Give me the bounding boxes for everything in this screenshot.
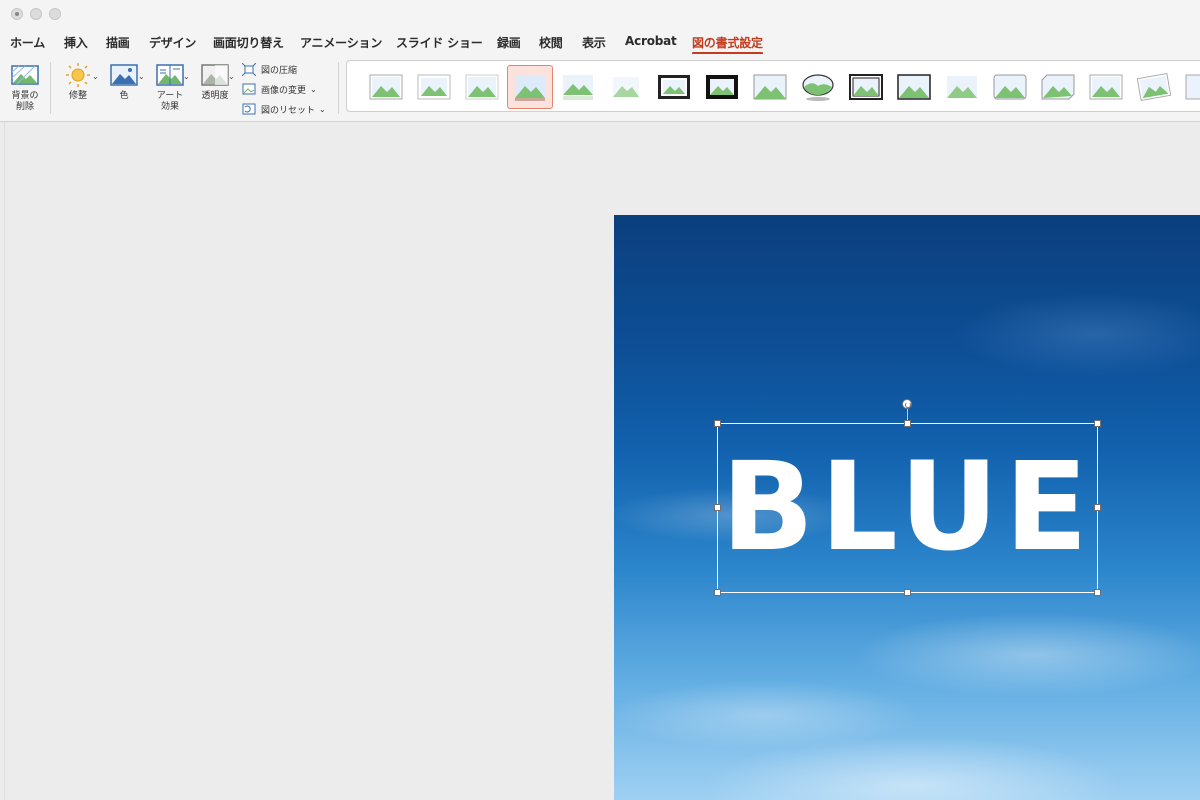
reset-picture-dropdown-icon[interactable]: ⌄: [319, 105, 326, 114]
picture-style-icon: [465, 74, 499, 100]
transparency-icon: [201, 64, 229, 86]
transparency-button[interactable]: 透明度: [195, 62, 235, 102]
resize-handle-top-right[interactable]: [1094, 420, 1101, 427]
minimize-window-button[interactable]: [30, 8, 42, 20]
tab-view[interactable]: 表示: [582, 34, 606, 51]
picture-style-icon: [417, 74, 451, 100]
picture-color-icon: [110, 64, 138, 86]
picture-style-9[interactable]: [747, 65, 793, 109]
picture-style-18[interactable]: [1179, 65, 1200, 109]
rotate-handle[interactable]: [902, 399, 912, 409]
transparency-dropdown-icon[interactable]: ⌄: [228, 72, 235, 81]
picture-style-10-oval[interactable]: [795, 65, 841, 109]
picture-style-icon: [1041, 74, 1075, 100]
tab-record[interactable]: 録画: [497, 34, 521, 51]
picture-style-icon: [613, 77, 639, 97]
tab-picture-format[interactable]: 図の書式設定: [692, 34, 763, 55]
artistic-effects-dropdown-icon[interactable]: ⌄: [183, 72, 190, 81]
compress-pictures-button[interactable]: 図の圧縮: [242, 61, 297, 77]
tab-home[interactable]: ホーム: [10, 34, 45, 51]
close-window-button[interactable]: [11, 8, 23, 20]
picture-styles-gallery: [346, 60, 1200, 112]
corrections-button[interactable]: 修整: [58, 62, 98, 102]
picture-style-1[interactable]: [363, 65, 409, 109]
reset-picture-button[interactable]: 図のリセット ⌄: [242, 101, 326, 117]
resize-handle-bottom-right[interactable]: [1094, 589, 1101, 596]
remove-background-button[interactable]: 背景の 削除: [8, 62, 42, 113]
picture-style-icon: [753, 74, 787, 100]
picture-style-icon: [706, 75, 738, 99]
remove-background-icon: [11, 65, 39, 85]
picture-style-13[interactable]: [939, 65, 985, 109]
picture-style-icon: [369, 74, 403, 100]
zoom-window-button[interactable]: [49, 8, 61, 20]
picture-style-icon: [658, 75, 690, 99]
picture-style-icon: [897, 74, 931, 100]
picture-style-icon: [563, 75, 593, 100]
picture-style-12[interactable]: [891, 65, 937, 109]
resize-handle-top-left[interactable]: [714, 420, 721, 427]
corrections-dropdown-icon[interactable]: ⌄: [92, 72, 99, 81]
tab-acrobat[interactable]: Acrobat: [625, 34, 677, 48]
artistic-effects-icon: [156, 64, 184, 86]
picture-style-icon: [1089, 74, 1123, 100]
resize-handle-bottom-left[interactable]: [714, 589, 721, 596]
picture-style-11[interactable]: [843, 65, 889, 109]
picture-style-icon: [993, 74, 1027, 100]
picture-style-icon: [802, 74, 834, 101]
picture-style-6[interactable]: [603, 65, 649, 109]
sun-icon: [66, 63, 90, 87]
resize-handle-bottom[interactable]: [904, 589, 911, 596]
tab-slideshow[interactable]: スライド ショー: [396, 34, 483, 51]
tab-insert[interactable]: 挿入: [64, 34, 88, 51]
picture-style-3[interactable]: [459, 65, 505, 109]
resize-handle-top[interactable]: [904, 420, 911, 427]
ribbon: 背景の 削除 修整 ⌄ 色 ⌄ アート 効果 ⌄ 透明度 ⌄ 図の圧縮 画像の変…: [0, 54, 1200, 122]
picture-style-icon: [1185, 74, 1200, 100]
tab-design[interactable]: デザイン: [149, 34, 196, 51]
tab-review[interactable]: 校閲: [539, 34, 563, 51]
picture-style-5[interactable]: [555, 65, 601, 109]
tab-animations[interactable]: アニメーション: [300, 34, 382, 51]
picture-style-16[interactable]: [1083, 65, 1129, 109]
ribbon-tabs: ホーム 挿入 描画 デザイン 画面切り替え アニメーション スライド ショー 録…: [0, 28, 1200, 55]
change-picture-button[interactable]: 画像の変更 ⌄: [242, 81, 317, 97]
artistic-effects-button[interactable]: アート 効果: [150, 62, 190, 113]
picture-style-8[interactable]: [699, 65, 745, 109]
picture-style-2[interactable]: [411, 65, 457, 109]
picture-style-icon: [849, 74, 883, 100]
tab-transitions[interactable]: 画面切り替え: [213, 34, 284, 51]
canvas-edge: [4, 122, 5, 800]
change-picture-dropdown-icon[interactable]: ⌄: [310, 85, 317, 94]
resize-handle-left[interactable]: [714, 504, 721, 511]
resize-handle-right[interactable]: [1094, 504, 1101, 511]
picture-style-icon: [1136, 72, 1172, 102]
picture-style-15[interactable]: [1035, 65, 1081, 109]
picture-style-icon: [947, 76, 977, 98]
tab-draw[interactable]: 描画: [106, 34, 130, 51]
picture-style-7[interactable]: [651, 65, 697, 109]
compress-icon: [242, 62, 256, 76]
color-dropdown-icon[interactable]: ⌄: [138, 72, 145, 81]
picture-style-icon: [515, 76, 545, 101]
text-box-selection[interactable]: [717, 423, 1098, 593]
title-bar: [0, 0, 1200, 28]
picture-style-14[interactable]: [987, 65, 1033, 109]
reset-picture-icon: [242, 103, 256, 114]
change-picture-icon: [242, 83, 256, 94]
picture-style-4-selected[interactable]: [507, 65, 553, 109]
color-button[interactable]: 色: [104, 62, 144, 102]
picture-style-17-rotated[interactable]: [1131, 65, 1177, 109]
